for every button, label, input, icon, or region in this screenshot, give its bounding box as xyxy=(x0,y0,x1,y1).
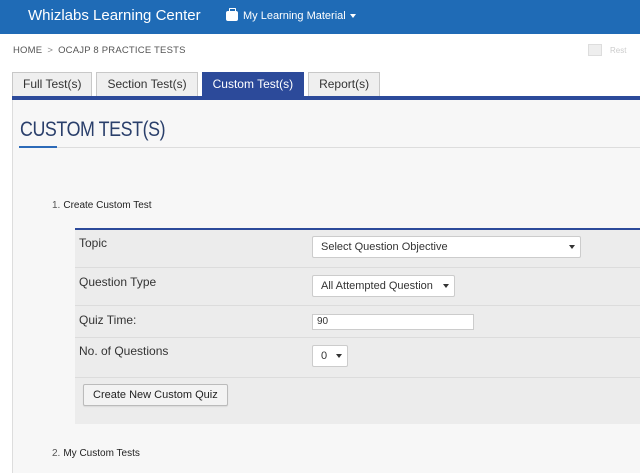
num-questions-value: 0 xyxy=(321,350,328,362)
question-type-row: Question Type All Attempted Question xyxy=(75,268,640,306)
page-title: CUSTOM TEST(S) xyxy=(20,118,166,141)
tab-reports[interactable]: Report(s) xyxy=(308,72,381,96)
briefcase-icon xyxy=(226,8,238,21)
section-number: 2. xyxy=(52,448,61,459)
reset-label[interactable]: Rest xyxy=(610,46,626,55)
section-number: 1. xyxy=(52,200,61,211)
top-nav-bar: Whizlabs Learning Center My Learning Mat… xyxy=(0,0,640,34)
topic-select[interactable]: Select Question Objective xyxy=(312,236,581,258)
quiz-time-row: Quiz Time: 90 xyxy=(75,306,640,338)
quiz-time-label: Quiz Time: xyxy=(79,313,137,327)
chevron-down-icon xyxy=(569,245,575,249)
reset-icon[interactable] xyxy=(588,44,602,56)
title-accent xyxy=(19,146,57,148)
question-type-label: Question Type xyxy=(79,275,157,289)
question-type-value: All Attempted Question xyxy=(321,280,433,292)
brand-title[interactable]: Whizlabs Learning Center xyxy=(28,7,201,24)
topic-select-value: Select Question Objective xyxy=(321,241,448,253)
content-panel: CUSTOM TEST(S) 1. Create Custom Test Topi… xyxy=(12,100,640,473)
section-create-heading: 1. Create Custom Test xyxy=(52,200,152,211)
tab-section-tests[interactable]: Section Test(s) xyxy=(96,72,198,96)
question-type-select[interactable]: All Attempted Question xyxy=(312,275,455,297)
section-my-tests-heading: 2. My Custom Tests xyxy=(52,448,140,459)
tab-custom-tests[interactable]: Custom Test(s) xyxy=(201,72,305,96)
my-learning-material-menu[interactable]: My Learning Material xyxy=(226,8,356,22)
title-divider xyxy=(57,147,640,148)
menu-label: My Learning Material xyxy=(243,10,346,22)
breadcrumb-home[interactable]: HOME xyxy=(13,45,42,56)
breadcrumb-current: OCAJP 8 PRACTICE TESTS xyxy=(58,45,186,56)
section-label: Create Custom Test xyxy=(63,200,152,211)
chevron-down-icon xyxy=(443,284,449,288)
num-questions-row: No. of Questions 0 xyxy=(75,338,640,378)
num-questions-select[interactable]: 0 xyxy=(312,345,348,367)
caret-down-icon xyxy=(349,14,356,18)
breadcrumb-bar: HOME > OCAJP 8 PRACTICE TESTS Rest xyxy=(0,34,640,68)
section-label: My Custom Tests xyxy=(63,448,140,459)
breadcrumb: HOME > OCAJP 8 PRACTICE TESTS xyxy=(13,45,186,56)
tab-full-tests[interactable]: Full Test(s) xyxy=(12,72,93,96)
test-tabs: Full Test(s) Section Test(s) Custom Test… xyxy=(12,72,384,96)
breadcrumb-separator: > xyxy=(47,45,54,56)
create-custom-test-form: Topic Select Question Objective Question… xyxy=(75,228,640,424)
quiz-time-input[interactable]: 90 xyxy=(312,314,474,330)
topic-row: Topic Select Question Objective xyxy=(75,230,640,268)
topic-label: Topic xyxy=(79,236,108,250)
num-questions-label: No. of Questions xyxy=(79,344,169,358)
create-custom-quiz-button[interactable]: Create New Custom Quiz xyxy=(83,384,228,406)
chevron-down-icon xyxy=(336,354,342,358)
